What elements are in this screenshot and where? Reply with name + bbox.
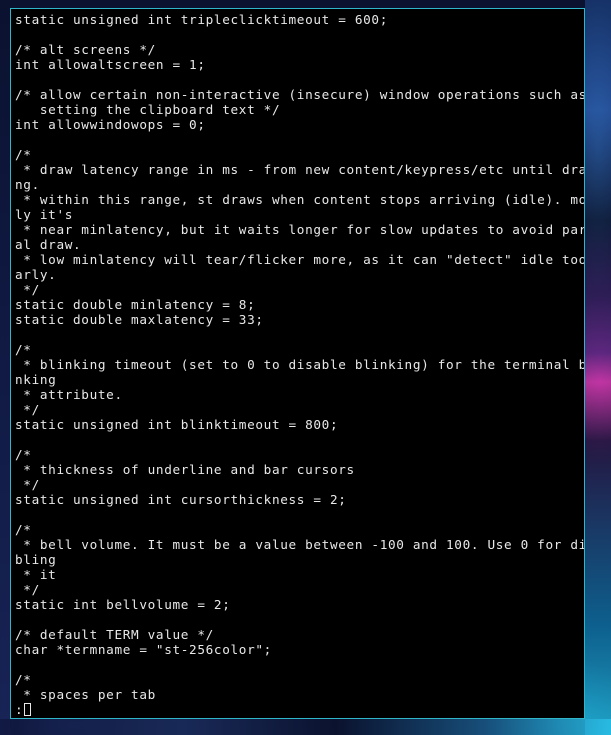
pager-prompt: :: [15, 702, 24, 717]
terminal-line: */: [15, 402, 40, 417]
terminal-line: /*: [15, 522, 32, 537]
wallpaper-bottom-edge: [0, 719, 611, 735]
terminal-line: bling: [15, 552, 57, 567]
terminal-output[interactable]: static unsigned int tripleclicktimeout =…: [15, 12, 585, 717]
wallpaper-right-edge: [585, 0, 611, 735]
terminal-line: /*: [15, 147, 32, 162]
terminal-line: * near minlatency, but it waits longer f…: [15, 222, 585, 237]
terminal-line: static unsigned int cursorthickness = 2;: [15, 492, 347, 507]
terminal-line: * spaces per tab: [15, 687, 156, 702]
terminal-line: */: [15, 282, 40, 297]
desktop-wallpaper: static unsigned int tripleclicktimeout =…: [0, 0, 611, 735]
terminal-line: int allowwindowops = 0;: [15, 117, 206, 132]
terminal-line: static double minlatency = 8;: [15, 297, 256, 312]
terminal-line: char *termname = "st-256color";: [15, 642, 272, 657]
terminal-line: * blinking timeout (set to 0 to disable …: [15, 357, 585, 372]
terminal-line: static double maxlatency = 33;: [15, 312, 264, 327]
terminal-line: */: [15, 582, 40, 597]
terminal-line: static unsigned int blinktimeout = 800;: [15, 417, 339, 432]
terminal-line: static int bellvolume = 2;: [15, 597, 231, 612]
terminal-line: int allowaltscreen = 1;: [15, 57, 206, 72]
terminal-line: * low minlatency will tear/flicker more,…: [15, 252, 585, 267]
pager-prompt-line[interactable]: :: [15, 702, 584, 717]
terminal-line: */: [15, 477, 40, 492]
terminal-line: nking: [15, 372, 57, 387]
terminal-line: al draw.: [15, 237, 82, 252]
terminal-line: /* default TERM value */: [15, 627, 214, 642]
text-cursor: [24, 703, 32, 716]
terminal-line: ng.: [15, 177, 40, 192]
terminal-line: * attribute.: [15, 387, 123, 402]
terminal-line: /*: [15, 672, 32, 687]
terminal-line: static unsigned int tripleclicktimeout =…: [15, 12, 388, 27]
terminal-window[interactable]: static unsigned int tripleclicktimeout =…: [10, 8, 585, 719]
terminal-line: * within this range, st draws when conte…: [15, 192, 585, 207]
terminal-line: /*: [15, 447, 32, 462]
terminal-line: * draw latency range in ms - from new co…: [15, 162, 585, 177]
terminal-line: setting the clipboard text */: [15, 102, 281, 117]
terminal-line: /* allow certain non-interactive (insecu…: [15, 87, 585, 102]
terminal-line: arly.: [15, 267, 57, 282]
terminal-line: /* alt screens */: [15, 42, 156, 57]
terminal-line: * thickness of underline and bar cursors: [15, 462, 355, 477]
terminal-line: /*: [15, 342, 32, 357]
terminal-line: * it: [15, 567, 57, 582]
terminal-line: ly it's: [15, 207, 74, 222]
wallpaper-left-edge: [0, 0, 10, 735]
terminal-line: * bell volume. It must be a value betwee…: [15, 537, 585, 552]
